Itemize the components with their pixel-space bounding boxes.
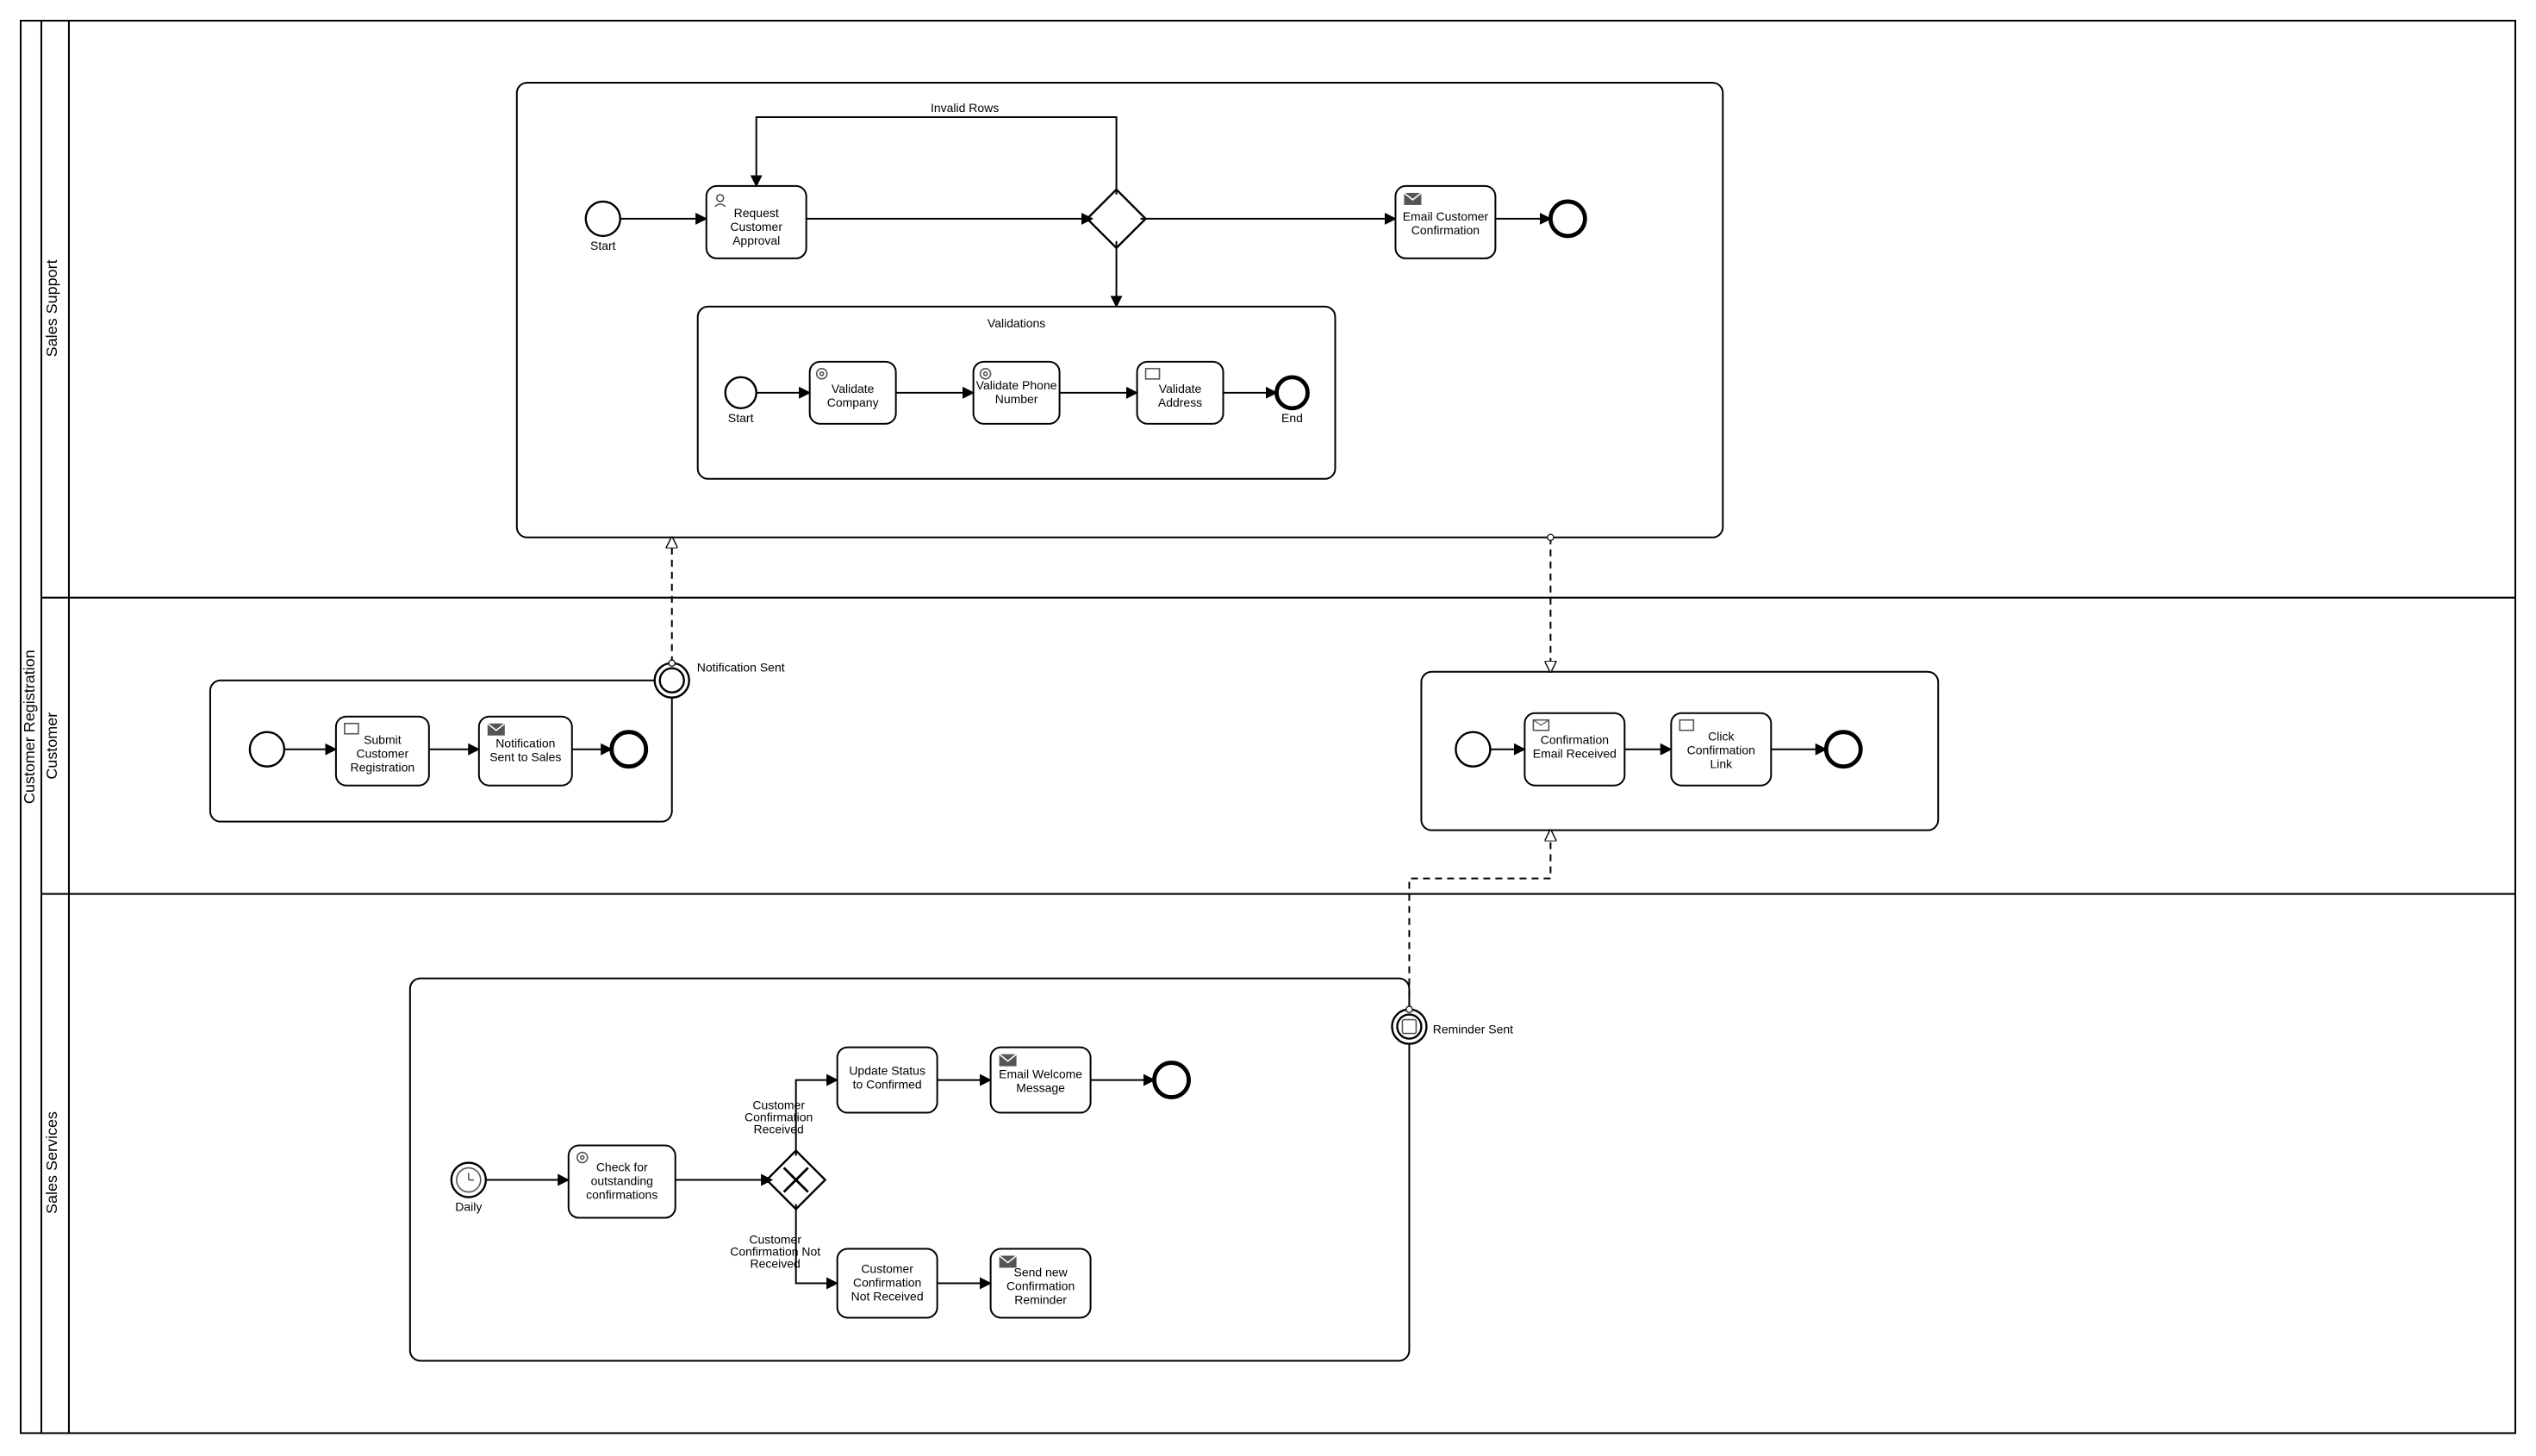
lane-body-sales-support <box>69 21 2515 598</box>
task-request-approval-l1: Request <box>734 206 779 220</box>
task-email-confirmation-l2: Confirmation <box>1411 223 1480 237</box>
task-reminder-l3: Reminder <box>1014 1292 1067 1306</box>
task-validate-company-l2: Company <box>827 395 879 409</box>
task-click-l3: Link <box>1710 757 1733 771</box>
task-check-l3: confirmations <box>586 1188 657 1202</box>
task-notrecv-l2: Confirmation <box>853 1275 921 1289</box>
task-update-l2: to Confirmed <box>853 1078 922 1092</box>
task-reminder-l2: Confirmation <box>1006 1279 1075 1292</box>
boundary-reminder-label: Reminder Sent <box>1433 1023 1513 1036</box>
lane-body-customer <box>69 598 2515 894</box>
task-check-l2: outstanding <box>591 1174 653 1188</box>
task-notrecv-l3: Not Received <box>851 1289 924 1303</box>
edge-label-conf-recv-l3: Received <box>754 1123 804 1136</box>
task-notif-l2: Sent to Sales <box>489 750 561 764</box>
start-event-customer-1[interactable] <box>250 732 284 767</box>
end-event-customer-2[interactable] <box>1826 732 1860 767</box>
start-event-validations[interactable] <box>726 377 757 408</box>
task-update-l1: Update Status <box>849 1064 925 1078</box>
task-conf-recv-l2: Email Received <box>1533 747 1617 761</box>
pool-label: Customer Registration <box>21 650 38 804</box>
task-email-confirmation-l1: Email Customer <box>1403 209 1489 223</box>
task-request-approval-l3: Approval <box>732 233 780 247</box>
task-validate-phone-l2: Number <box>995 392 1038 406</box>
end-event-validations-label: End <box>1281 411 1303 425</box>
task-submit-l1: Submit <box>364 733 402 747</box>
task-welcome-l1: Email Welcome <box>999 1067 1082 1081</box>
end-event-customer-1[interactable] <box>612 732 646 767</box>
task-validate-company-l1: Validate <box>832 382 875 395</box>
task-submit-l2: Customer <box>357 747 409 761</box>
task-validate-address-l2: Address <box>1158 395 1202 409</box>
start-event-ss[interactable] <box>586 202 620 236</box>
start-event-ss-label: Start <box>590 239 616 252</box>
task-notrecv-l1: Customer <box>861 1261 913 1275</box>
task-validate-address-l1: Validate <box>1159 382 1202 395</box>
edge-label-notrecv-l3: Received <box>751 1256 801 1270</box>
start-event-customer-2[interactable] <box>1455 732 1490 767</box>
task-click-l2: Confirmation <box>1687 744 1755 757</box>
task-check-l1: Check for <box>596 1160 648 1174</box>
bpmn-diagram: Customer Registration Sales Support Cust… <box>0 0 2536 1455</box>
start-event-daily-label: Daily <box>455 1200 482 1214</box>
task-validate-phone-l1: Validate Phone <box>976 378 1057 392</box>
task-click-l1: Click <box>1708 730 1735 744</box>
lane-label-sales-support: Sales Support <box>43 259 60 357</box>
lane-body-sales-services <box>69 894 2515 1434</box>
start-event-validations-label: Start <box>728 411 754 425</box>
lane-label-sales-services: Sales Services <box>43 1111 60 1214</box>
edge-label-invalid-rows: Invalid Rows <box>931 101 999 115</box>
task-welcome-l2: Message <box>1016 1081 1065 1095</box>
task-request-approval-l2: Customer <box>730 220 782 233</box>
lane-label-customer: Customer <box>43 712 60 780</box>
subprocess-validations-label: Validations <box>988 316 1045 330</box>
task-conf-recv-l1: Confirmation <box>1541 733 1609 747</box>
end-event-ss[interactable] <box>1550 202 1585 236</box>
boundary-notification-label: Notification Sent <box>697 661 785 675</box>
end-event-sv[interactable] <box>1155 1063 1189 1098</box>
task-notif-l1: Notification <box>495 737 555 750</box>
end-event-validations[interactable] <box>1276 377 1307 408</box>
task-reminder-l1: Send new <box>1013 1265 1068 1279</box>
task-submit-l3: Registration <box>351 761 415 775</box>
